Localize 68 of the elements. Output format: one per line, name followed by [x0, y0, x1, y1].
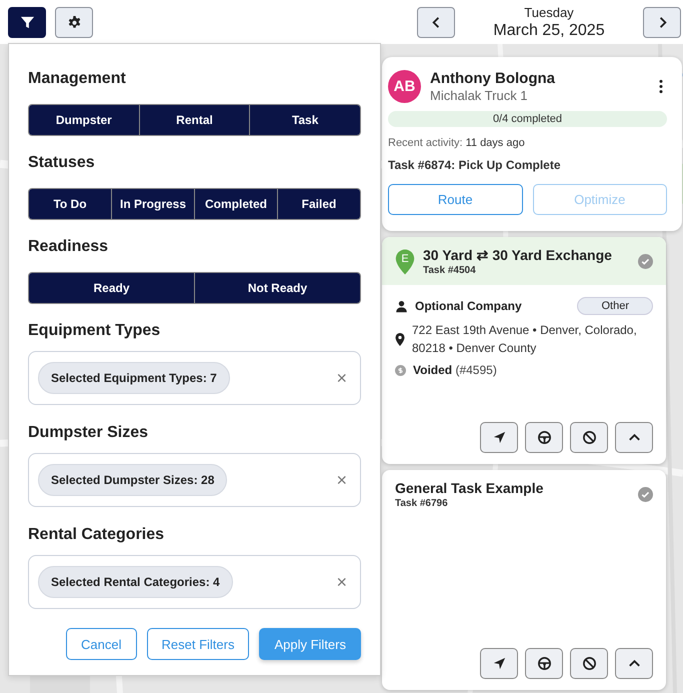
task-title: 30 Yard ⇄ 30 Yard Exchange [423, 247, 613, 263]
selection-chip: Selected Equipment Types: 7 [38, 362, 230, 394]
filter-toggle[interactable]: Completed [194, 189, 277, 219]
collapse-button[interactable] [615, 648, 653, 679]
filter-toggle[interactable]: Task [249, 105, 360, 135]
task-title: General Task Example [395, 480, 544, 496]
driver-name: Anthony Bologna [430, 70, 556, 87]
drive-button[interactable] [525, 422, 563, 453]
funnel-icon [20, 14, 34, 30]
date-label: March 25, 2025 [492, 22, 606, 40]
map-pin: E [395, 249, 415, 275]
multi-select-field[interactable]: Selected Rental Categories: 4 × [28, 555, 361, 609]
navigation-arrow-icon [492, 656, 506, 671]
steering-wheel-icon [536, 656, 552, 671]
check-circle-icon [638, 254, 653, 269]
settings-button[interactable] [55, 6, 93, 38]
dollar-coin-icon [395, 364, 406, 376]
filter-button[interactable] [8, 6, 46, 38]
location-pin-icon [395, 332, 405, 346]
multi-select-field[interactable]: Selected Equipment Types: 7 × [28, 351, 361, 405]
navigate-button[interactable] [480, 648, 518, 679]
settings-icon [66, 14, 82, 30]
address-text: 722 East 19th Avenue • Denver, Colorado, 80218 • Denver County [412, 322, 637, 357]
cancel-task-button[interactable] [570, 648, 608, 679]
multi-select-field[interactable]: Selected Dumpster Sizes: 28 × [28, 453, 361, 507]
progress-label: 0/4 completed [492, 113, 562, 125]
collapse-button[interactable] [615, 422, 653, 453]
filter-toggle[interactable]: To Do [29, 189, 111, 219]
tag: Other [577, 297, 653, 315]
section-title: Statuses [28, 154, 96, 172]
avatar: AB [388, 70, 421, 103]
clear-button[interactable]: × [332, 572, 351, 592]
drive-button[interactable] [525, 648, 563, 679]
previous-day-button[interactable] [417, 6, 455, 38]
recent-activity-label: Recent activity: [388, 137, 463, 149]
filter-toggle[interactable]: Not Ready [194, 273, 360, 303]
cancel-task-button[interactable] [570, 422, 608, 453]
recent-activity-value: 11 days ago [466, 137, 525, 149]
steering-wheel-icon [536, 430, 552, 445]
task-number: Task #4504 [423, 265, 477, 276]
truck-name: Michalak Truck 1 [430, 88, 529, 103]
ban-icon [582, 430, 596, 445]
next-day-button[interactable] [643, 6, 681, 38]
section-title: Equipment Types [28, 322, 162, 340]
section-title: Readiness [28, 238, 110, 256]
filter-toggle[interactable]: In Progress [111, 189, 194, 219]
weekday-label: Tuesday [523, 4, 575, 20]
more-icon [659, 79, 663, 94]
navigation-arrow-icon [492, 430, 506, 445]
navigate-button[interactable] [480, 422, 518, 453]
check-circle-icon [638, 487, 653, 502]
clear-button[interactable]: × [332, 470, 351, 490]
company-name: Optional Company [415, 299, 523, 313]
filter-toggle[interactable]: Dumpster [29, 105, 139, 135]
task-number: Task #6796 [395, 498, 449, 509]
filter-toggle[interactable]: Failed [277, 189, 360, 219]
selection-chip: Selected Dumpster Sizes: 28 [38, 464, 228, 496]
selection-chip: Selected Rental Categories: 4 [38, 566, 233, 598]
last-task-text: Task #6874: Pick Up Complete [388, 158, 562, 172]
section-title: Rental Categories [28, 526, 166, 544]
section-title: Dumpster Sizes [28, 424, 150, 442]
filter-toggle[interactable]: Rental [138, 105, 250, 135]
ban-icon [582, 656, 596, 671]
clear-button[interactable]: × [332, 368, 351, 388]
payment-status: Voided (#4595) [413, 363, 497, 377]
person-icon [395, 300, 408, 312]
filter-toggle[interactable]: Ready [29, 273, 194, 303]
section-title: Management [28, 70, 127, 88]
